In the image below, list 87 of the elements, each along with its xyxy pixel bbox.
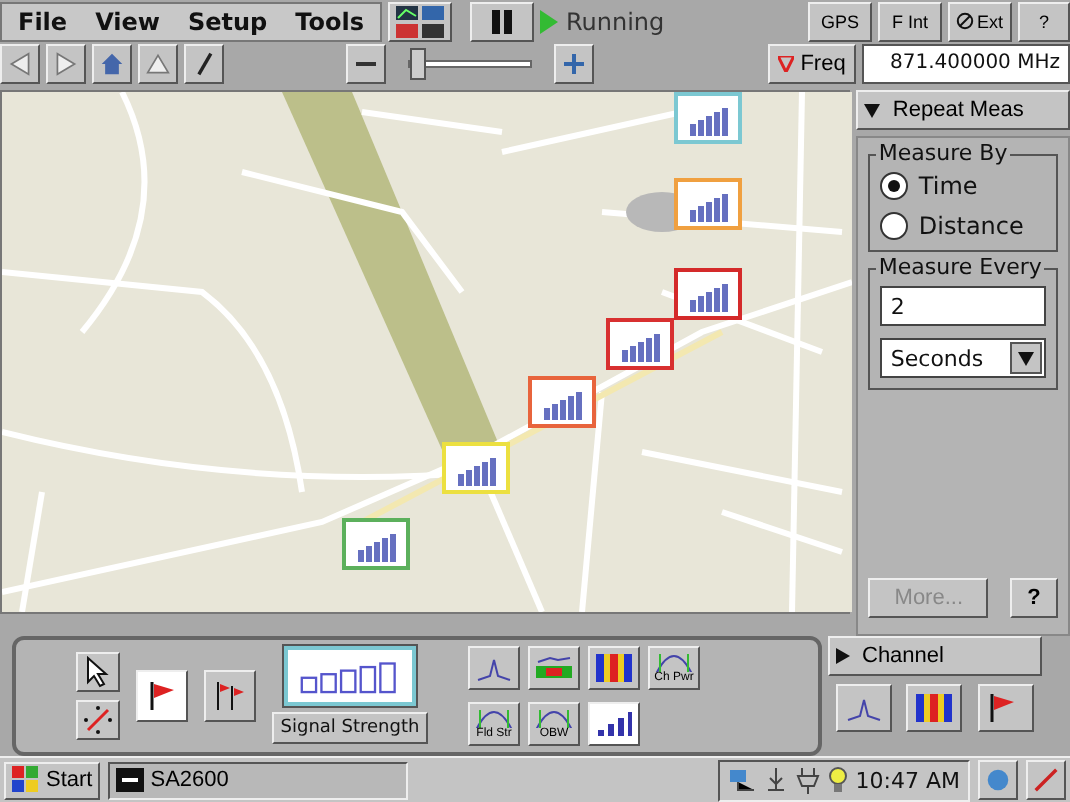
- network-icon: [727, 766, 756, 795]
- view-button[interactable]: [978, 683, 1035, 732]
- home-icon: [100, 49, 124, 77]
- crosshair-icon: [82, 703, 114, 736]
- group-label: Measure By: [876, 140, 1010, 166]
- channel-header-button[interactable]: Channel: [828, 635, 1042, 676]
- no-sign-icon: [956, 12, 975, 30]
- globe-icon: [986, 766, 1010, 795]
- nav-button[interactable]: [184, 43, 224, 83]
- flags-icon: [214, 679, 246, 712]
- bell-curve-icon: [534, 706, 574, 729]
- group-label: Measure Every: [876, 254, 1044, 280]
- flag-icon: [146, 679, 178, 712]
- pen-icon: [1034, 766, 1058, 795]
- bell-curve-icon: [654, 650, 694, 673]
- nav-button[interactable]: [138, 43, 178, 83]
- pause-button[interactable]: [469, 1, 534, 41]
- forward-arrow-icon: [54, 49, 78, 77]
- plus-icon: [564, 53, 584, 73]
- start-button[interactable]: Start: [4, 761, 101, 800]
- external-button[interactable]: Ext: [948, 1, 1012, 41]
- spectrogram-icon: [534, 651, 574, 684]
- panel-header-button[interactable]: Repeat Meas: [856, 90, 1070, 130]
- nav-button[interactable]: [92, 43, 132, 83]
- pause-icon: [489, 9, 514, 33]
- help-button[interactable]: ?: [1010, 577, 1058, 618]
- radio-button[interactable]: [880, 172, 909, 200]
- view-mode-icon: [395, 5, 444, 37]
- bulb-icon: [827, 766, 848, 795]
- view-button[interactable]: [835, 683, 892, 732]
- nav-button[interactable]: [0, 43, 40, 83]
- clock: 10:47 AM: [855, 767, 960, 794]
- run-status: Running: [565, 7, 665, 35]
- frequency-field[interactable]: 871.400000 MHz: [862, 43, 1070, 83]
- signal-marker[interactable]: [528, 376, 596, 428]
- zoom-in-button[interactable]: [554, 43, 594, 83]
- interval-field[interactable]: 2: [880, 286, 1046, 326]
- signal-marker[interactable]: [606, 318, 674, 370]
- slash-icon: [192, 49, 216, 77]
- menu-item[interactable]: File: [18, 7, 68, 35]
- menu-item[interactable]: View: [95, 7, 160, 35]
- nav-button[interactable]: [46, 43, 86, 83]
- app-icon: [116, 768, 145, 793]
- radio-label: Distance: [918, 212, 1024, 240]
- signal-strength-label: Signal Strength: [272, 712, 428, 745]
- signal-marker[interactable]: [674, 92, 742, 144]
- down-triangle-icon: [778, 55, 795, 71]
- spectrogram-icon: [914, 691, 955, 724]
- gps-button[interactable]: GPS: [808, 1, 872, 41]
- signal-bars-icon: [594, 707, 634, 740]
- plug-icon: [795, 766, 820, 795]
- menu-item[interactable]: Setup: [187, 7, 268, 35]
- view-mode-button[interactable]: [387, 1, 452, 41]
- play-icon: [539, 9, 558, 33]
- zoom-out-button[interactable]: [346, 43, 386, 83]
- tool-button[interactable]: [76, 651, 120, 692]
- measurement-button[interactable]: [468, 645, 520, 690]
- measurement-button[interactable]: [588, 645, 640, 690]
- dropdown-button[interactable]: [1010, 342, 1042, 374]
- signal-marker[interactable]: [674, 178, 742, 230]
- measurement-button[interactable]: [588, 701, 640, 746]
- signal-marker[interactable]: [674, 268, 742, 320]
- back-arrow-icon: [8, 49, 32, 77]
- menu-item[interactable]: Tools: [295, 7, 364, 35]
- pointer-icon: [82, 655, 114, 688]
- pen-button[interactable]: [1026, 760, 1066, 801]
- tool-button[interactable]: [204, 669, 256, 722]
- freq-button[interactable]: Freq: [768, 43, 856, 83]
- bell-curve-icon: [474, 706, 514, 729]
- usb-icon: [763, 766, 788, 795]
- triangle-icon: [146, 49, 170, 77]
- internal-frequency-button[interactable]: F Int: [878, 1, 942, 41]
- slider-thumb[interactable]: [410, 47, 426, 79]
- tool-button[interactable]: [76, 699, 120, 740]
- help-button[interactable]: ?: [1018, 1, 1070, 41]
- signal-marker[interactable]: [342, 518, 410, 570]
- task-button[interactable]: SA2600: [108, 761, 409, 800]
- view-button[interactable]: [906, 683, 963, 732]
- tool-button[interactable]: [136, 669, 188, 722]
- minus-icon: [356, 61, 376, 65]
- signal-strength-button[interactable]: [284, 646, 416, 707]
- spectrogram-icon: [594, 651, 634, 684]
- radio-button[interactable]: [880, 212, 909, 240]
- windows-logo-icon: [12, 766, 40, 795]
- browser-button[interactable]: [978, 760, 1018, 801]
- measurement-button[interactable]: [528, 645, 580, 690]
- radio-label: Time: [918, 172, 978, 200]
